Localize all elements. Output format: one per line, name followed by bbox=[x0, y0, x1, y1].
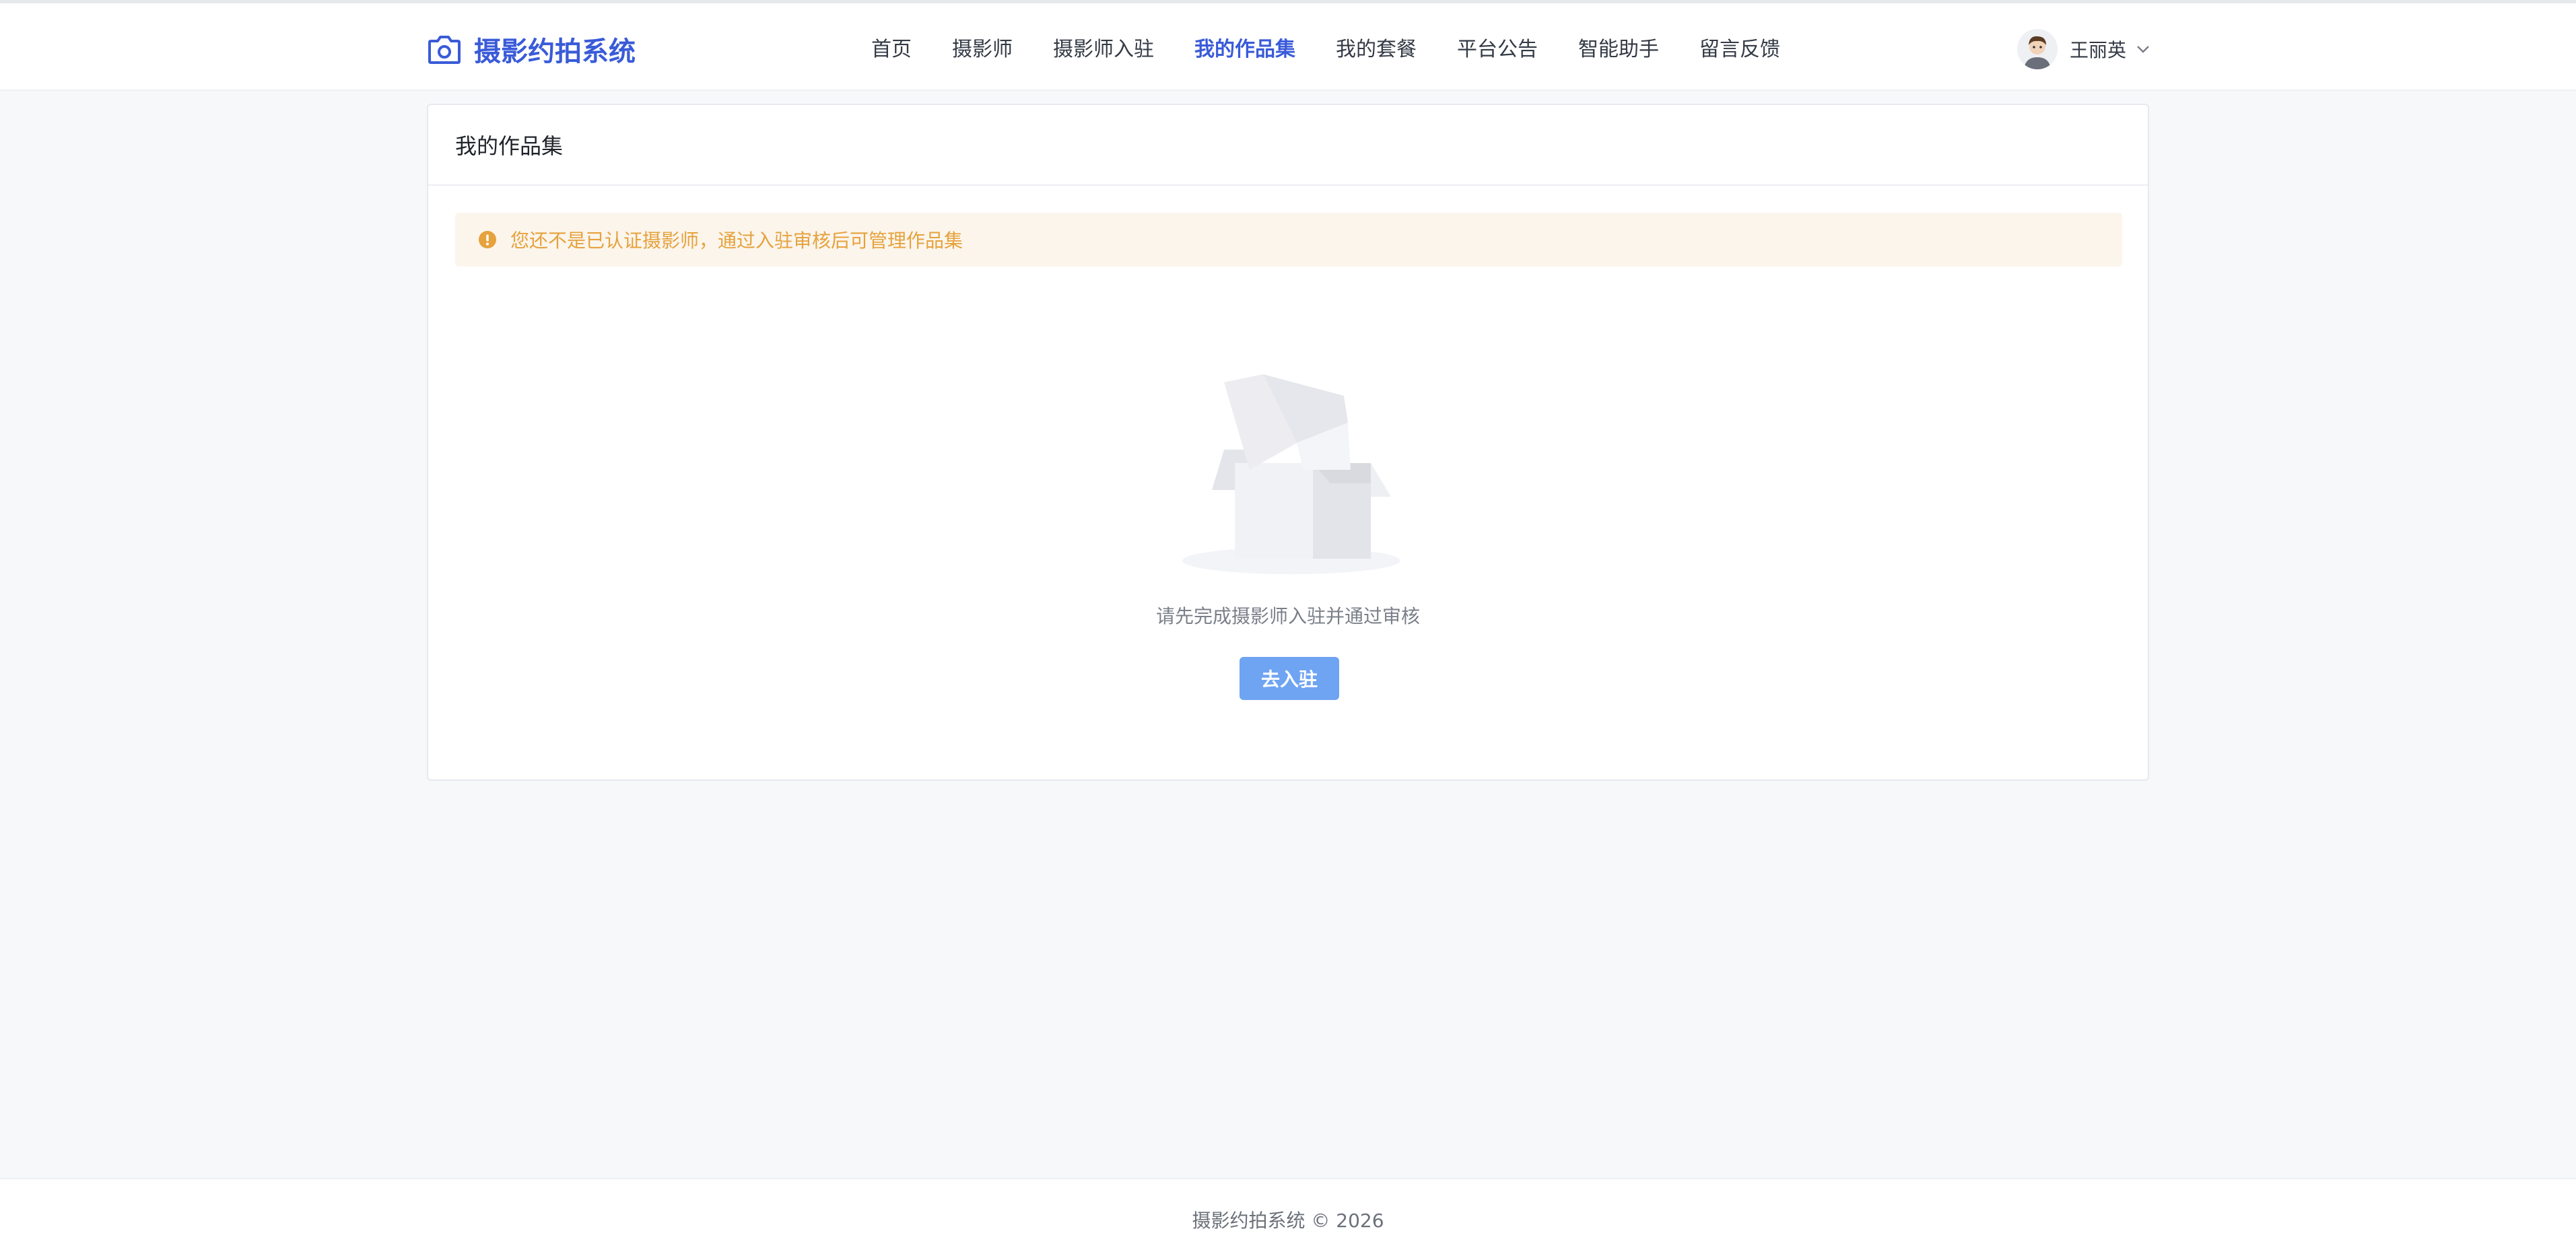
nav-item-photographer-join[interactable]: 摄影师入驻 bbox=[1053, 33, 1154, 67]
user-name: 王丽英 bbox=[2070, 39, 2127, 61]
portfolio-card: 我的作品集 您还不是已认证摄影师，通过入驻审核后可管理作品集 请先完成摄影师入驻… bbox=[427, 104, 2149, 781]
go-join-button[interactable]: 去入驻 bbox=[1240, 657, 1339, 700]
user-menu[interactable]: 王丽英 bbox=[2017, 28, 2152, 71]
chevron-down-icon bbox=[2137, 46, 2149, 53]
copyright-text: 摄影约拍系统 © 2026 bbox=[1192, 1210, 1384, 1232]
header: 摄影约拍系统 首页 摄影师 摄影师入驻 我的作品集 我的套餐 平台公告 智能助手… bbox=[0, 3, 2576, 91]
warning-icon bbox=[479, 231, 496, 248]
empty-state-text: 请先完成摄影师入驻并通过审核 bbox=[1155, 605, 1420, 627]
nav-item-my-portfolio[interactable]: 我的作品集 bbox=[1194, 33, 1295, 67]
card-title: 我的作品集 bbox=[428, 105, 2148, 186]
empty-box-icon bbox=[1182, 374, 1400, 574]
nav-item-photographers[interactable]: 摄影师 bbox=[952, 33, 1013, 67]
alert-text: 您还不是已认证摄影师，通过入驻审核后可管理作品集 bbox=[510, 230, 963, 252]
warning-alert: 您还不是已认证摄影师，通过入驻审核后可管理作品集 bbox=[455, 213, 2122, 267]
nav-item-announcements[interactable]: 平台公告 bbox=[1457, 33, 1538, 67]
main-nav: 首页 摄影师 摄影师入驻 我的作品集 我的套餐 平台公告 智能助手 留言反馈 bbox=[0, 33, 2576, 67]
nav-item-assistant[interactable]: 智能助手 bbox=[1578, 33, 1659, 67]
footer: 摄影约拍系统 © 2026 bbox=[0, 1178, 2576, 1260]
avatar bbox=[2017, 29, 2058, 69]
nav-item-home[interactable]: 首页 bbox=[871, 33, 912, 67]
nav-item-my-packages[interactable]: 我的套餐 bbox=[1336, 33, 1417, 67]
nav-item-feedback[interactable]: 留言反馈 bbox=[1699, 33, 1780, 67]
